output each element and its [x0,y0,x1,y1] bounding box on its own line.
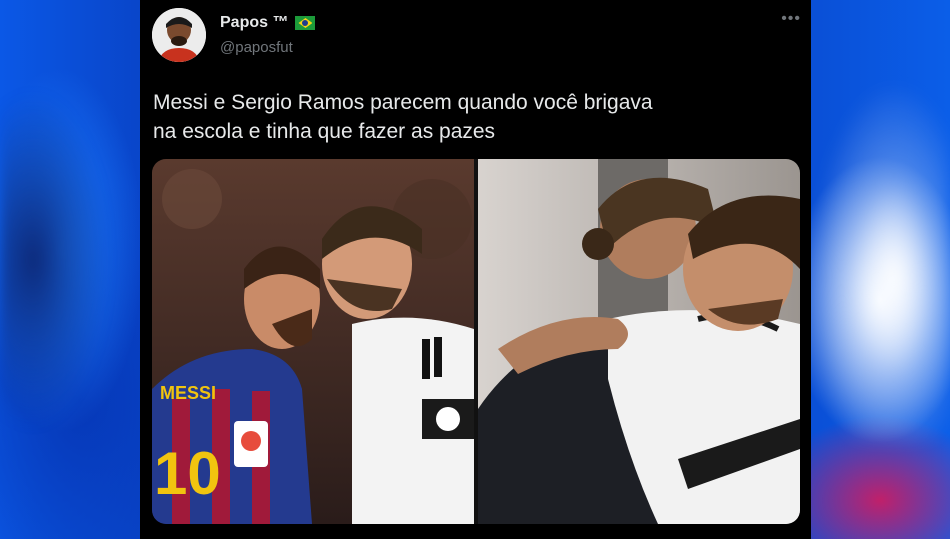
author-name[interactable]: Papos ™ [220,14,316,32]
tweet-card: Papos ™ @paposfut ••• Messi e Sergio Ram… [140,0,811,539]
brazil-flag-icon [295,16,316,30]
messi-ramos-hug-photo[interactable] [478,159,800,524]
more-options-icon[interactable]: ••• [781,10,801,28]
avatar[interactable] [152,8,206,62]
author-handle[interactable]: @paposfut [220,39,293,56]
background-decoration-right [810,80,950,440]
tweet-text-line: na escola e tinha que fazer as pazes [153,120,496,143]
messi-ramos-headbutt-photo[interactable]: MESSI 10 [152,159,474,524]
author-name-text: Papos ™ [220,14,289,31]
tweet-media[interactable]: MESSI 10 [152,159,800,524]
svg-text:10: 10 [154,440,221,507]
svg-text:MESSI: MESSI [160,383,216,403]
background-decoration-left [0,90,110,430]
tweet-text: Messi e Sergio Ramos parecem quando você… [153,88,793,146]
tweet-text-line: Messi e Sergio Ramos parecem quando você… [153,91,653,114]
